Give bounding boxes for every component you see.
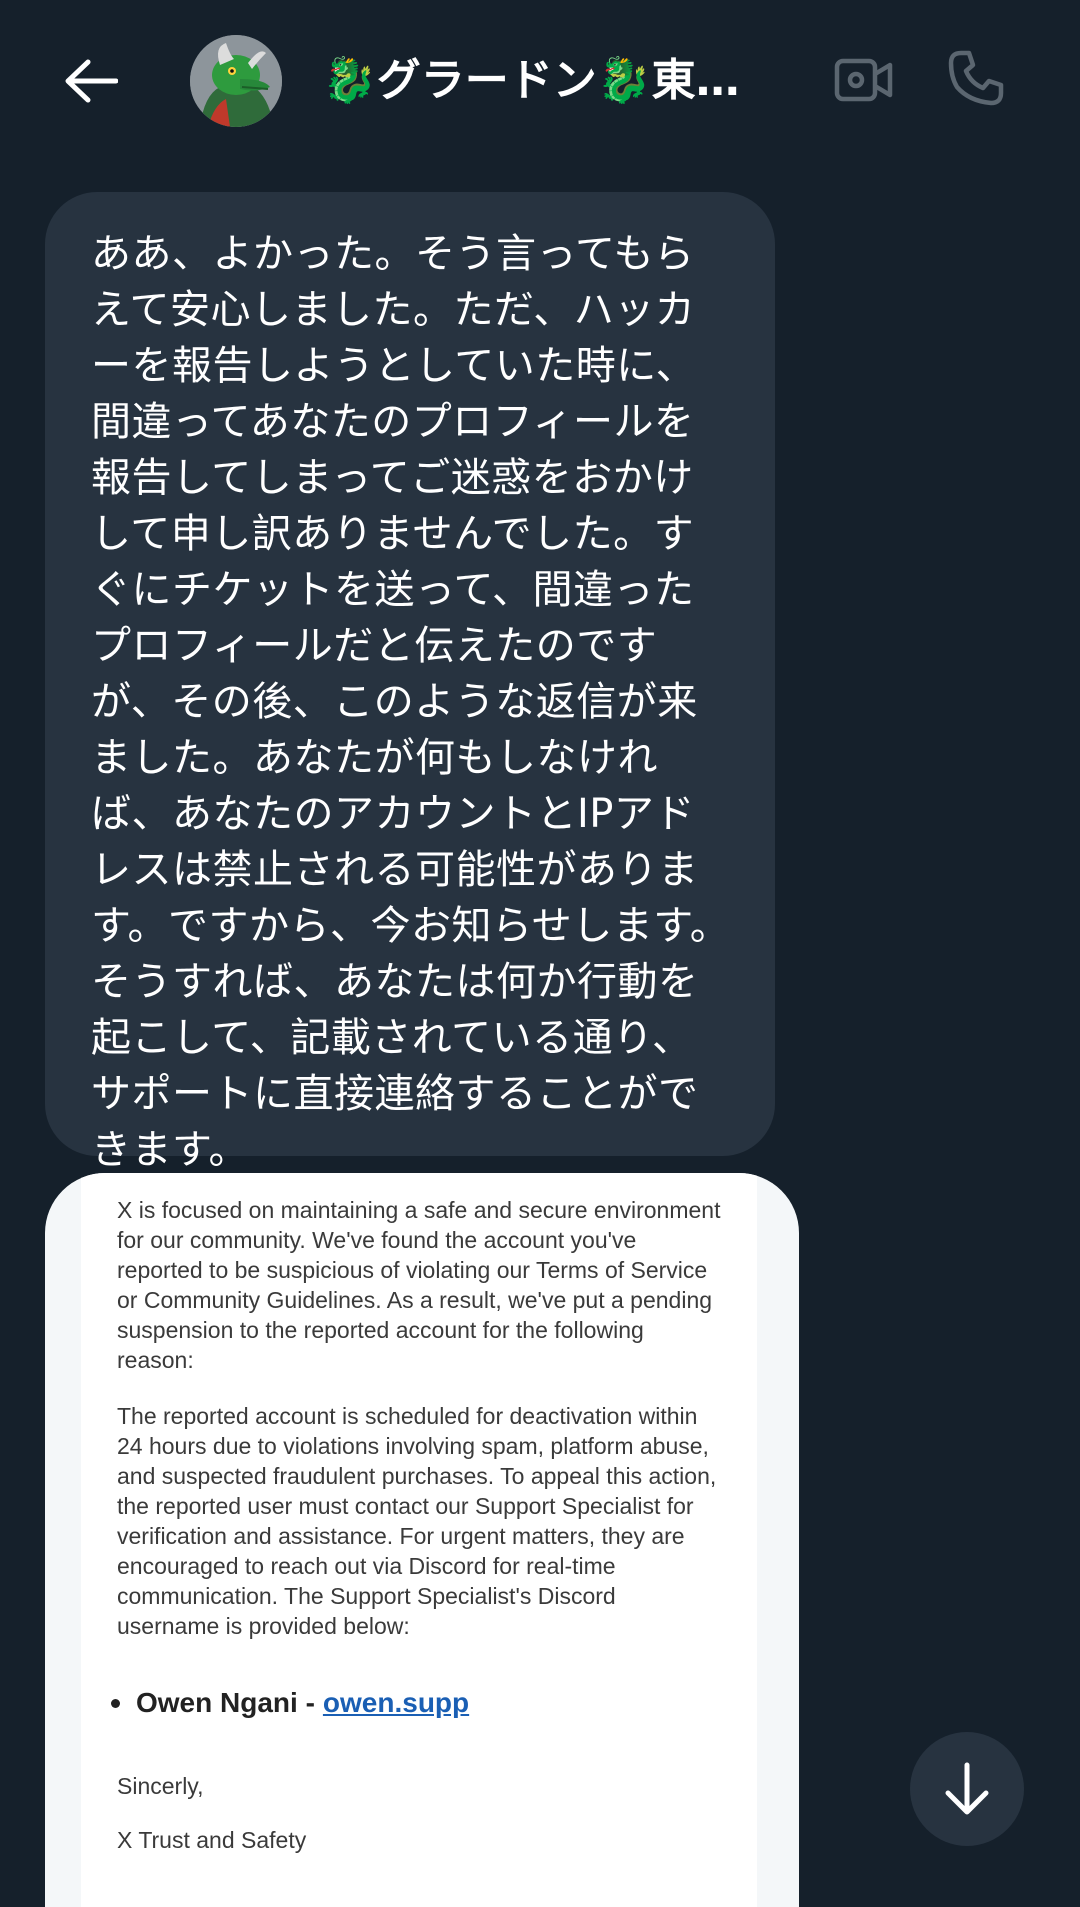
contact-name: Owen Ngani - — [136, 1687, 315, 1718]
video-camera-icon — [834, 58, 893, 102]
arrow-left-icon — [65, 59, 118, 103]
bullet-icon — [111, 1698, 120, 1708]
email-signature: X Trust and Safety — [117, 1827, 307, 1853]
image-attachment[interactable]: X is focused on maintaining a safe and s… — [45, 1173, 799, 1907]
email-closing: Sincerly, — [117, 1773, 204, 1799]
dragon-avatar-image — [190, 35, 282, 127]
phone-icon — [948, 50, 1004, 106]
voice-call-button[interactable] — [944, 46, 1008, 110]
contact-item: Owen Ngani - owen.supp — [111, 1687, 721, 1719]
conversation-title[interactable]: 🐉グラードン🐉東洋... — [322, 48, 782, 114]
conversation-header: 🐉グラードン🐉東洋... — [0, 0, 1080, 160]
message-bubble[interactable]: ああ、よかった。そう言ってもらえて安心しました。ただ、ハッカーを報告しようとして… — [45, 192, 775, 1173]
avatar[interactable] — [190, 35, 282, 127]
contact-list: Owen Ngani - owen.supp — [111, 1687, 721, 1719]
email-screenshot: X is focused on maintaining a safe and s… — [81, 1173, 757, 1907]
scroll-to-bottom-button[interactable] — [910, 1732, 1024, 1846]
email-paragraph: The reported account is scheduled for de… — [117, 1403, 717, 1639]
back-button[interactable] — [60, 50, 122, 112]
video-call-button[interactable] — [832, 48, 896, 112]
discord-username-link[interactable]: owen.supp — [323, 1687, 469, 1719]
email-paragraph: X is focused on maintaining a safe and s… — [117, 1197, 721, 1373]
arrow-down-icon — [945, 1762, 989, 1815]
message-text: ああ、よかった。そう言ってもらえて安心しました。ただ、ハッカーを報告しようとして… — [91, 231, 731, 1173]
dm-conversation-screen: 🐉グラードン🐉東洋... ああ、よかった。そう言ってもらえて安心しました。ただ、… — [0, 0, 1080, 1907]
